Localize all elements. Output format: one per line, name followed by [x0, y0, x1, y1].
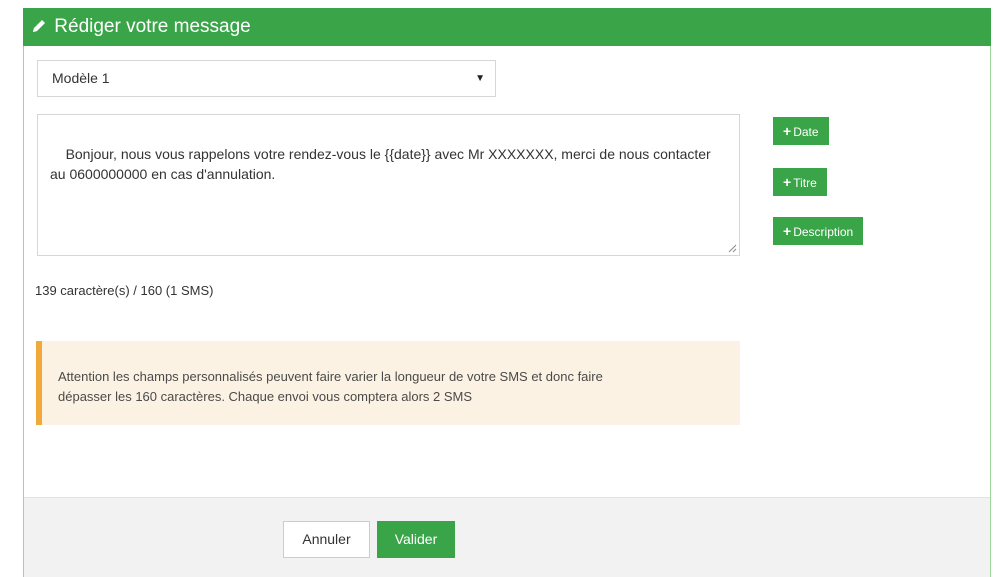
insert-title-label: Titre — [793, 176, 817, 190]
insert-title-button[interactable]: + Titre — [773, 168, 827, 196]
resize-handle-icon[interactable] — [728, 244, 737, 253]
message-textarea[interactable]: Bonjour, nous vous rappelons votre rende… — [37, 114, 740, 256]
plus-icon: + — [783, 123, 792, 139]
warning-alert: Attention les champs personnalisés peuve… — [36, 341, 740, 425]
pencil-icon — [33, 20, 45, 32]
insert-date-button[interactable]: + Date — [773, 117, 829, 145]
plus-icon: + — [783, 223, 792, 239]
character-counter: 139 caractère(s) / 160 (1 SMS) — [35, 283, 214, 298]
template-select-value: Modèle 1 — [52, 70, 110, 86]
template-select[interactable]: Modèle 1 ▼ — [37, 60, 496, 97]
panel-header: Rédiger votre message — [23, 8, 991, 46]
chevron-down-icon: ▼ — [475, 73, 485, 84]
plus-icon: + — [783, 174, 792, 190]
panel-footer: Annuler Valider — [24, 497, 990, 577]
submit-button[interactable]: Valider — [377, 521, 455, 558]
message-text: Bonjour, nous vous rappelons votre rende… — [50, 146, 715, 182]
cancel-button[interactable]: Annuler — [283, 521, 370, 558]
alert-line-2: dépasser les 160 caractères. Chaque envo… — [58, 389, 473, 404]
panel-title: Rédiger votre message — [54, 16, 251, 37]
compose-panel: Rédiger votre message Modèle 1 ▼ Bonjour… — [23, 8, 991, 577]
insert-description-button[interactable]: + Description — [773, 217, 864, 245]
insert-description-label: Description — [793, 225, 854, 239]
insert-date-label: Date — [793, 125, 819, 139]
alert-line-1: Attention les champs personnalisés peuve… — [58, 369, 603, 384]
